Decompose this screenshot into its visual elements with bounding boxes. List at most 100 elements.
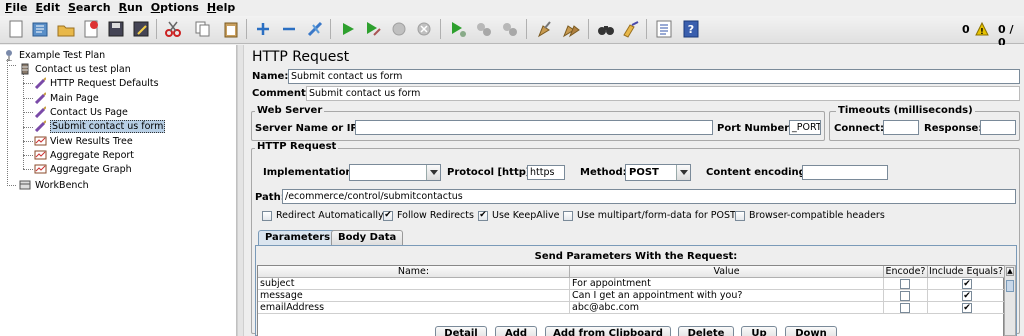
checkbox-box [262, 210, 272, 221]
table-row-name[interactable]: subject [258, 278, 570, 290]
chevron-down-icon [676, 165, 690, 180]
web-server-legend: Web Server [255, 105, 325, 116]
response-label: Response: [924, 123, 983, 134]
listener-icon [33, 149, 47, 161]
tree-node-submit-form[interactable]: Submit contact us form [33, 119, 166, 133]
clear-all-icon[interactable] [560, 18, 582, 40]
save-icon[interactable] [105, 18, 127, 40]
help-icon[interactable]: ? [680, 18, 702, 40]
workbench-icon [18, 179, 32, 191]
implementation-select[interactable] [349, 164, 441, 181]
table-row-name[interactable]: message [258, 290, 570, 302]
clear-icon[interactable] [533, 18, 555, 40]
tree-node-main-page[interactable]: Main Page [33, 91, 99, 105]
follow-redirects-checkbox[interactable]: ✔ Follow Redirects [383, 210, 474, 221]
tree-node-aggregate-report[interactable]: Aggregate Report [33, 148, 134, 162]
encoding-field[interactable] [802, 165, 888, 180]
check-icon[interactable]: ✔ [962, 291, 972, 301]
browser-headers-checkbox[interactable]: Browser-compatible headers [735, 210, 885, 221]
panel-title: HTTP Request [252, 49, 350, 65]
toggle-icon[interactable] [304, 18, 326, 40]
col-name[interactable]: Name: [258, 266, 570, 278]
check-icon[interactable]: ✔ [962, 303, 972, 313]
reset-search-icon[interactable] [620, 18, 642, 40]
port-field[interactable]: _PORT} [789, 120, 821, 135]
copy-icon[interactable] [192, 18, 214, 40]
table-row-value[interactable]: Can I get an appointment with you? [570, 290, 884, 302]
http-request-panel: HTTP Request Name: Submit contact us for… [244, 45, 1024, 336]
comments-field[interactable]: Submit contact us form [306, 86, 1020, 101]
menu-run[interactable]: Run [115, 0, 147, 16]
table-row-value[interactable]: abc@abc.com [570, 302, 884, 314]
col-include-equals[interactable]: Include Equals? [928, 266, 1005, 278]
expand-icon[interactable] [252, 18, 274, 40]
function-helper-icon[interactable] [653, 18, 675, 40]
up-button[interactable]: Up [741, 326, 777, 336]
redirect-auto-checkbox[interactable]: Redirect Automatically [262, 210, 384, 221]
col-value[interactable]: Value [570, 266, 884, 278]
tree-node-aggregate-graph[interactable]: Aggregate Graph [33, 162, 132, 176]
tree-node-workbench[interactable]: WorkBench [18, 178, 89, 192]
delete-button[interactable]: Delete [678, 326, 734, 336]
shutdown-icon [413, 18, 435, 40]
name-field[interactable]: Submit contact us form [288, 69, 1020, 84]
warning-icon[interactable]: ! [974, 21, 990, 37]
checkbox-box [735, 210, 745, 221]
connect-field[interactable] [883, 120, 919, 135]
path-field[interactable]: /ecommerce/control/submitcontactus [282, 189, 1016, 204]
search-icon[interactable] [595, 18, 617, 40]
protocol-field[interactable]: https [527, 165, 565, 180]
keepalive-checkbox[interactable]: ✔ Use KeepAlive [478, 210, 560, 221]
add-from-clipboard-button[interactable]: Add from Clipboard [545, 326, 671, 336]
scroll-thumb[interactable] [1006, 280, 1014, 292]
table-row-value[interactable]: For appointment [570, 278, 884, 290]
new-icon[interactable] [5, 18, 27, 40]
remote-exit-icon [499, 18, 521, 40]
collapse-icon[interactable] [278, 18, 300, 40]
menu-edit[interactable]: Edit [32, 0, 64, 16]
server-label: Server Name or IP: [255, 123, 362, 134]
menu-help[interactable]: Help [203, 0, 239, 16]
tree-node-thread-group[interactable]: Contact us test plan [18, 62, 131, 76]
close-icon[interactable] [80, 18, 102, 40]
col-encode[interactable]: Encode? [884, 266, 928, 278]
method-select[interactable]: POST [625, 164, 691, 181]
menu-file[interactable]: File [0, 0, 32, 16]
tab-body-data[interactable]: Body Data [331, 230, 404, 245]
cut-icon[interactable] [162, 18, 184, 40]
add-button[interactable]: Add [495, 326, 537, 336]
checkbox-box[interactable] [900, 291, 910, 301]
response-field[interactable] [980, 120, 1016, 135]
paste-icon[interactable] [220, 18, 242, 40]
menu-options[interactable]: Options [147, 0, 203, 16]
down-button[interactable]: Down [785, 326, 837, 336]
listener-icon [33, 163, 47, 175]
splitter[interactable] [237, 45, 244, 336]
detail-button[interactable]: Detail [435, 326, 487, 336]
check-icon[interactable]: ✔ [962, 279, 972, 289]
menu-search[interactable]: Search [64, 0, 115, 16]
tree-node-view-results[interactable]: View Results Tree [33, 134, 133, 148]
connect-label: Connect: [834, 123, 884, 134]
tree-node-test-plan[interactable]: Example Test Plan [2, 48, 105, 62]
save-as-icon[interactable] [130, 18, 152, 40]
table-scrollbar[interactable]: ▲ [1004, 265, 1016, 336]
tree-node-contact-page[interactable]: Contact Us Page [33, 105, 128, 119]
port-label: Port Number: [717, 123, 794, 134]
scroll-up-icon[interactable]: ▲ [1006, 267, 1014, 276]
path-label: Path: [255, 192, 285, 203]
tab-parameters[interactable]: Parameters [258, 230, 338, 245]
start-icon[interactable] [337, 18, 359, 40]
tree-node-http-defaults[interactable]: HTTP Request Defaults [33, 76, 159, 90]
open-icon[interactable] [55, 18, 77, 40]
table-row-name[interactable]: emailAddress [258, 302, 570, 314]
checkbox-box[interactable] [900, 279, 910, 289]
remote-stop-icon [473, 18, 495, 40]
multipart-checkbox[interactable]: Use multipart/form-data for POST [563, 210, 736, 221]
remote-start-icon[interactable] [447, 18, 469, 40]
templates-icon[interactable] [30, 18, 52, 40]
config-icon [33, 77, 47, 89]
checkbox-box[interactable] [900, 303, 910, 313]
start-no-pause-icon[interactable] [362, 18, 384, 40]
server-field[interactable] [355, 120, 713, 135]
